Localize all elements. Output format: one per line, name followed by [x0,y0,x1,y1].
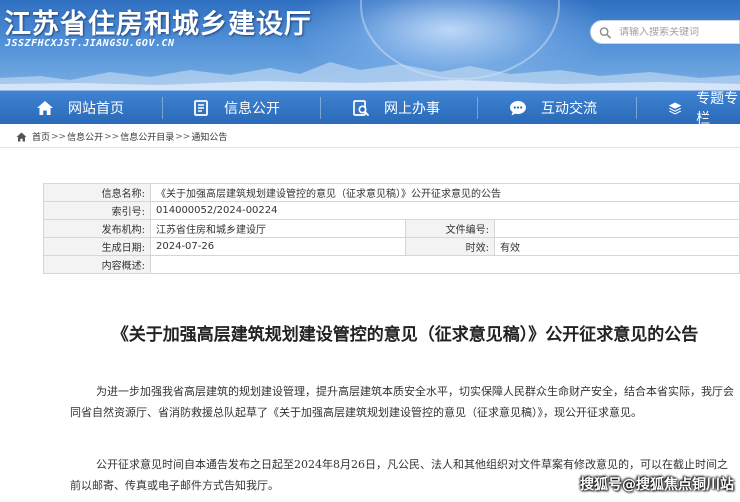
nav-item-label: 专题专栏 [696,91,739,127]
site-title[interactable]: 江苏省住房和城乡建设厅 [4,2,312,41]
index-value: 014000052/2024-00224 [150,201,740,220]
breadcrumb-item-notices[interactable]: 通知公告 [191,130,227,143]
home-icon [37,101,53,115]
validity-value: 有效 [494,237,740,256]
watermark: 搜狐号@搜狐焦点铜川站 [580,477,734,493]
breadcrumb: 首页 >> 信息公开 >> 信息公开目录 >> 通知公告 [0,126,740,148]
nav-item-home[interactable]: 网站首页 [36,91,124,125]
publisher-value: 江苏省住房和城乡建设厅 [150,219,406,238]
nav-item-info-public[interactable]: 信息公开 [192,91,280,125]
publisher-label: 发布机构: [43,219,151,238]
table-row: 生成日期: 2024-07-26 时效: 有效 [43,237,740,256]
doc-number-label: 文件编号: [405,219,495,238]
chat-icon [510,101,526,116]
search-input[interactable] [619,26,739,38]
search-doc-icon [353,100,369,116]
home-icon [16,132,27,141]
nav-item-special-topics[interactable]: 专题专栏 [668,91,740,127]
header-skyline-graphic [0,62,740,90]
nav-item-label: 互动交流 [541,101,597,117]
table-row: 发布机构: 江苏省住房和城乡建设厅 文件编号: [43,219,740,238]
nav-item-online-service[interactable]: 网上办事 [352,91,440,125]
info-name-value: 《关于加强高层建筑规划建设管控的意见（征求意见稿）》公开征求意见的公告 [150,183,740,202]
nav-separator [636,97,637,119]
nav-separator [162,97,163,119]
info-meta-table: 信息名称: 《关于加强高层建筑规划建设管控的意见（征求意见稿）》公开征求意见的公… [43,183,740,274]
table-row: 索引号: 014000052/2024-00224 [43,201,740,220]
table-row: 信息名称: 《关于加强高层建筑规划建设管控的意见（征求意见稿）》公开征求意见的公… [43,183,740,202]
date-value: 2024-07-26 [150,237,406,256]
article-title: 《关于加强高层建筑规划建设管控的意见（征求意见稿）》公开征求意见的公告 [111,325,699,345]
breadcrumb-separator: >> [51,131,67,142]
document-icon [194,100,208,116]
breadcrumb-separator: >> [104,131,120,142]
breadcrumb-item-home[interactable]: 首页 [32,130,50,143]
index-label: 索引号: [43,201,151,220]
table-row: 内容概述: [43,255,740,274]
nav-separator [477,97,478,119]
nav-item-interaction[interactable]: 互动交流 [509,91,597,125]
search-icon[interactable] [599,26,611,39]
site-header: 江苏省住房和城乡建设厅 JSSZFHCXJST.JIANGSU.GOV.CN [0,0,740,90]
article-paragraph: 为进一步加强我省高层建筑的规划建设管理，提升高层建筑本质安全水平，切实保障人民群… [70,385,734,419]
doc-number-value [494,219,740,238]
search-box[interactable] [590,20,740,44]
breadcrumb-separator: >> [175,131,191,142]
summary-label: 内容概述: [43,255,151,274]
layers-icon [668,102,682,115]
info-name-label: 信息名称: [43,183,151,202]
nav-item-label: 网上办事 [384,101,440,117]
date-label: 生成日期: [43,237,151,256]
summary-value [150,255,740,274]
nav-item-label: 网站首页 [68,101,124,117]
site-url: JSSZFHCXJST.JIANGSU.GOV.CN [5,38,175,49]
nav-item-label: 信息公开 [224,101,280,117]
validity-label: 时效: [405,237,495,256]
main-nav: 网站首页 信息公开 网上办事 互动交流 专题专栏 [0,90,740,127]
nav-separator [320,97,321,119]
breadcrumb-item-info-public[interactable]: 信息公开 [67,130,103,143]
breadcrumb-item-info-catalog[interactable]: 信息公开目录 [120,130,174,143]
